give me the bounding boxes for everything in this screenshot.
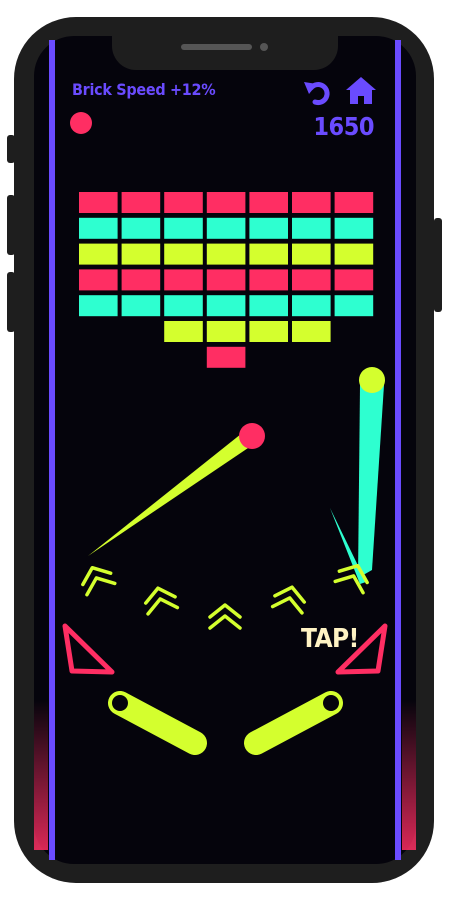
brick-pink [164, 269, 203, 291]
brick-pink [249, 192, 288, 213]
brick-cyan [206, 217, 246, 239]
brick-pink [334, 269, 374, 291]
brick-pink [79, 269, 118, 291]
home-icon [346, 77, 376, 104]
brick-pink [249, 269, 288, 291]
brick-cyan [79, 295, 118, 317]
brick-lime [79, 243, 118, 265]
brick-lime [249, 321, 288, 342]
brick-pink [334, 192, 374, 213]
life-indicator [70, 112, 92, 134]
brick-pink [206, 269, 246, 291]
chevron-bumper-3 [208, 603, 242, 630]
pink-ball-trail [88, 430, 254, 556]
brick-cyan [164, 217, 203, 239]
restart-icon [304, 82, 330, 106]
restart-button[interactable] [303, 78, 333, 106]
brick-cyan [121, 295, 161, 317]
brick-pink [121, 269, 161, 291]
play-field [34, 40, 416, 860]
brick-cyan [164, 295, 203, 317]
lime-ball-trail [358, 385, 384, 578]
brick-pink [206, 346, 246, 368]
brick-cyan [121, 217, 161, 239]
brick-cyan [334, 217, 374, 239]
brick-cyan [206, 295, 246, 317]
pink-ball [239, 423, 265, 449]
brick-pink [292, 269, 331, 291]
brick-lime [249, 243, 288, 265]
left-slingshot [62, 623, 115, 675]
right-flipper[interactable] [244, 691, 343, 755]
brick-pink [79, 192, 118, 213]
chevron-bumper-2 [143, 586, 180, 616]
brick-lime [292, 243, 331, 265]
right-wall-glow [402, 700, 416, 850]
brick-lime [121, 243, 161, 265]
brick-grid [79, 192, 374, 368]
brick-pink [292, 192, 331, 213]
brick-pink [164, 192, 203, 213]
lime-ball [359, 367, 385, 393]
brick-lime [334, 243, 374, 265]
chevron-bumper-1 [81, 565, 117, 597]
tap-prompt: TAP! [301, 624, 359, 654]
brick-lime [164, 243, 203, 265]
brick-lime [164, 321, 203, 342]
left-flipper[interactable] [108, 691, 207, 755]
left-wall-glow [34, 700, 48, 850]
brick-cyan [292, 217, 331, 239]
brick-pink [206, 192, 246, 213]
home-button[interactable] [345, 76, 377, 106]
brick-lime [206, 321, 246, 342]
brick-pink [121, 192, 161, 213]
score-counter: 1650 [313, 112, 374, 141]
brick-speed-modifier: Brick Speed +12% [72, 80, 216, 99]
right-wall [395, 40, 401, 860]
left-wall [49, 40, 55, 860]
chevron-bumper-4 [270, 585, 307, 615]
brick-cyan [249, 217, 288, 239]
brick-cyan [249, 295, 288, 317]
brick-cyan [334, 295, 374, 317]
brick-cyan [79, 217, 118, 239]
brick-lime [206, 243, 246, 265]
brick-lime [292, 321, 331, 342]
brick-cyan [292, 295, 331, 317]
